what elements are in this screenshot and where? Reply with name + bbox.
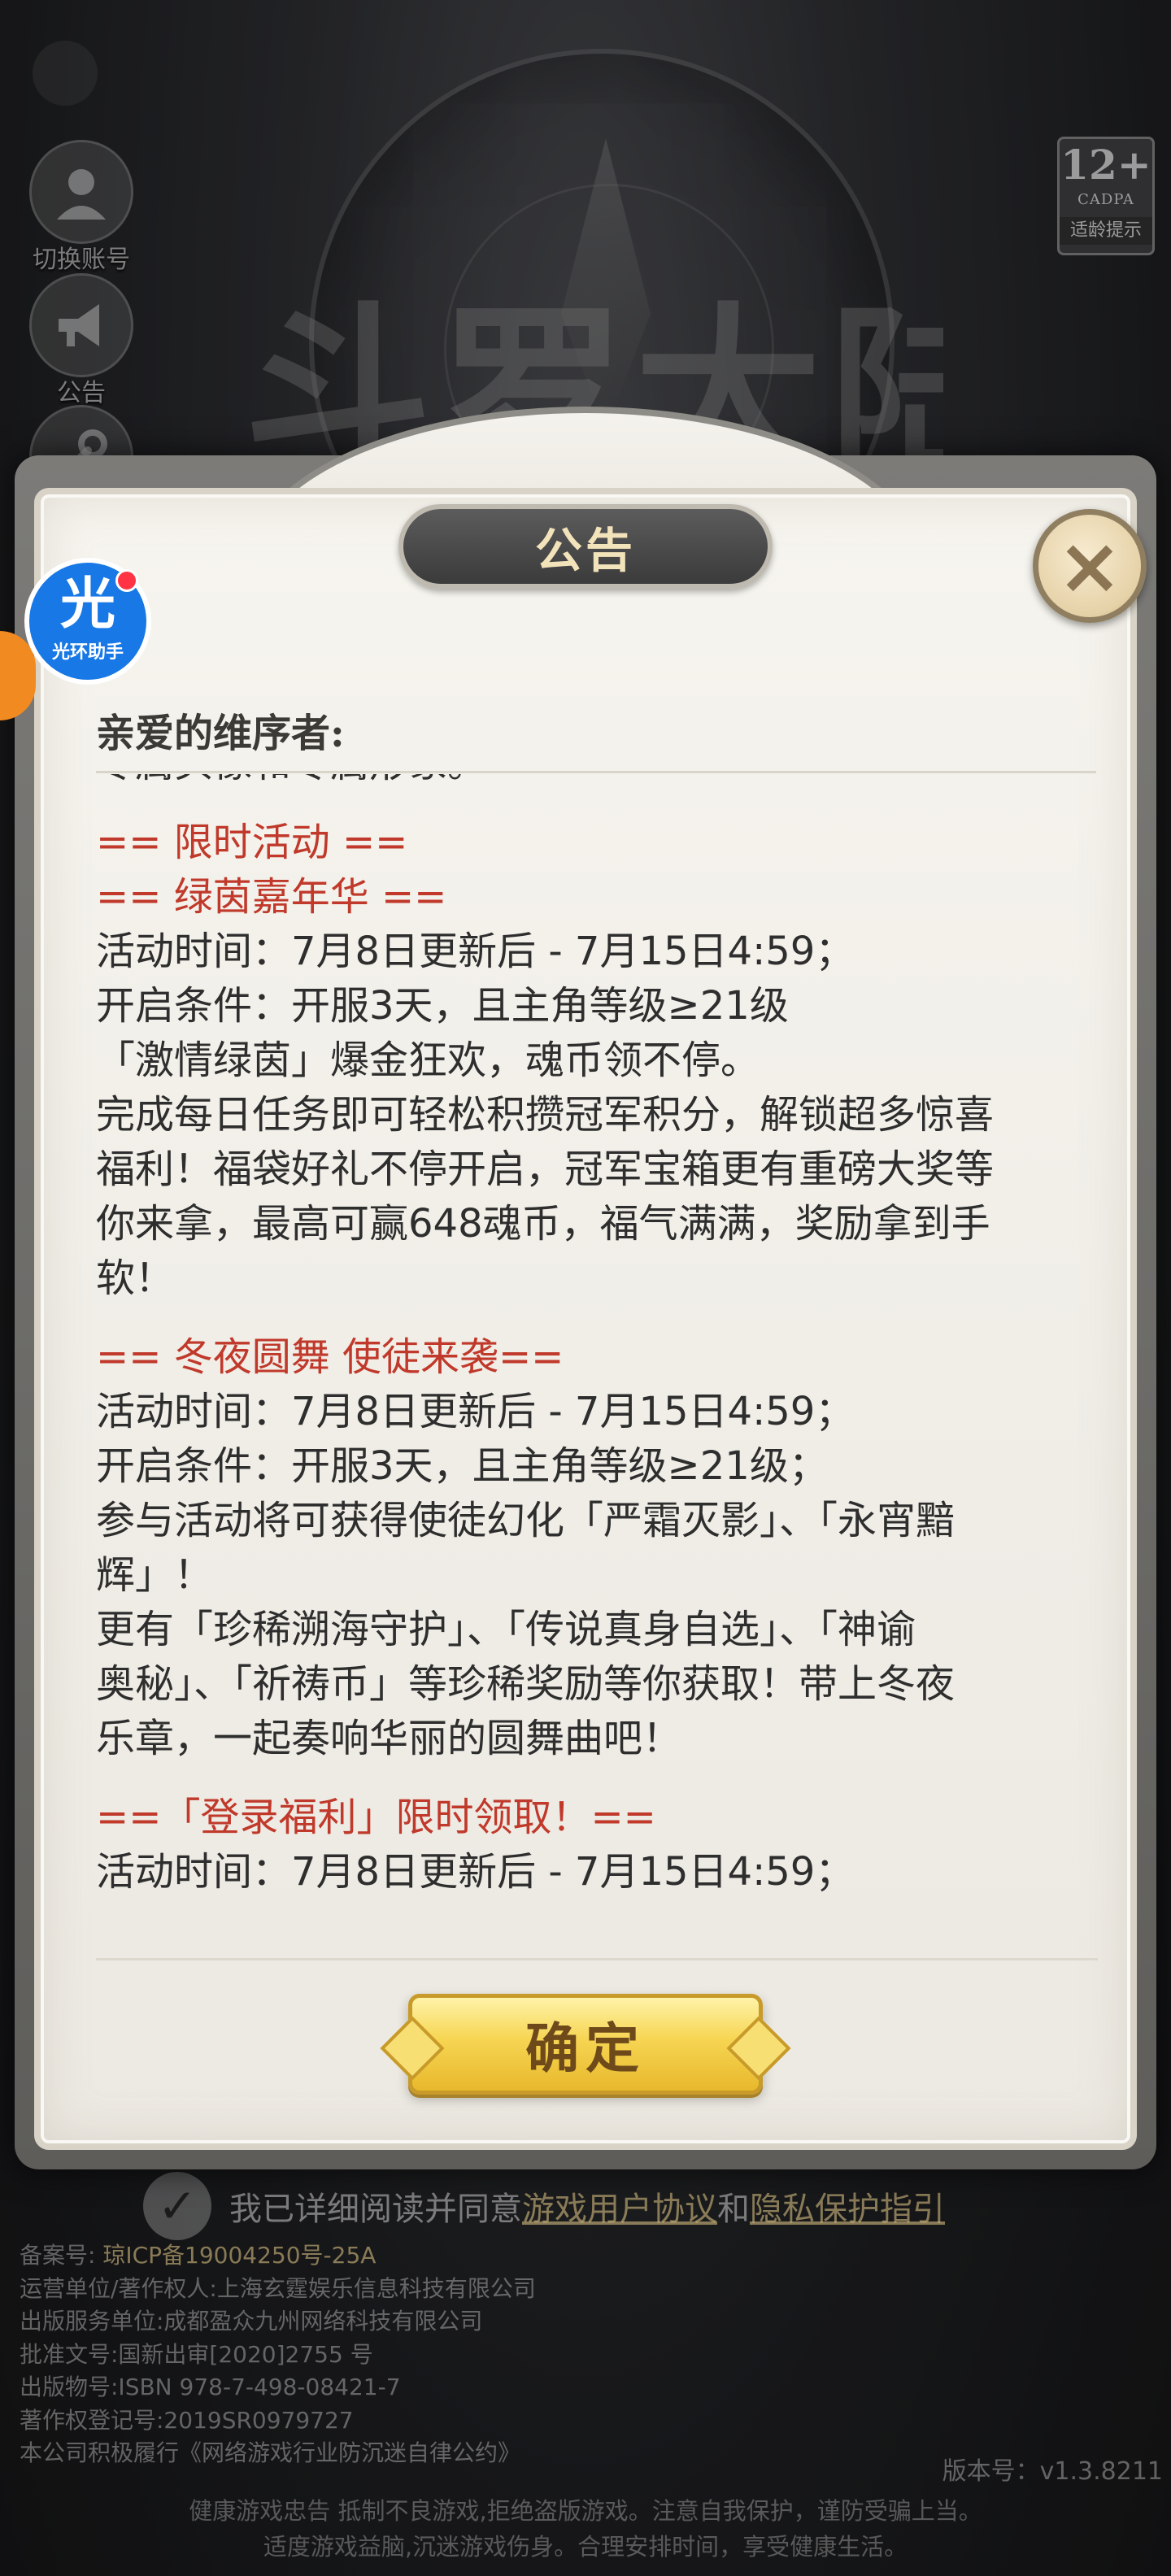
announcement-line: 辉」！ bbox=[96, 1552, 214, 1598]
agreement-prefix: 我已详细阅读并同意 bbox=[229, 2191, 522, 2228]
health-line: 健康游戏忠告 抵制不良游戏,拒绝盗版游戏。注意自我保护，谨防受骗上当。 bbox=[189, 2497, 982, 2525]
legal-line: 著作权登记号:2019SR0979727 bbox=[20, 2406, 354, 2434]
announcement-content: 专属头像和专属形象。 == 限时活动 == == 绿茵嘉年华 == 活动时间：7月8日… bbox=[96, 774, 1098, 1899]
announcement-line: 开启条件：开服3天，且主角等级≥21级 bbox=[96, 983, 789, 1029]
modal-title: 公告 bbox=[534, 523, 636, 578]
icp-number-link[interactable]: 琼ICP备19004250号-25A bbox=[102, 2242, 376, 2269]
legal-line: 批准文号:国新出审[2020]2755 号 bbox=[20, 2340, 373, 2368]
announcement-heading: == 冬夜圆舞 使徒来袭== bbox=[96, 1334, 564, 1380]
announcement-line: 活动时间：7月8日更新后 - 7月15日4:59； bbox=[96, 1849, 855, 1895]
version-number: 版本号：v1.3.8211 bbox=[942, 2457, 1163, 2486]
agreement-checkbox[interactable]: ✓ bbox=[143, 2172, 211, 2240]
icp-record: 备案号: 琼ICP备19004250号-25A bbox=[20, 2239, 914, 2273]
health-advisory: 健康游戏忠告 抵制不良游戏,拒绝盗版游戏。注意自我保护，谨防受骗上当。 适度游戏… bbox=[81, 2493, 1090, 2565]
announcement-line: 福利！福袋好礼不停开启，冠军宝箱更有重磅大奖等 bbox=[96, 1147, 995, 1192]
confirm-label: 确定 bbox=[525, 2017, 646, 2080]
announcement-line: 参与活动将可获得使徒幻化「严霜灭影」、「永宵黯 bbox=[96, 1498, 956, 1543]
halo-helper-float-button[interactable]: 光 光环助手 bbox=[24, 558, 151, 685]
announcement-line: 更有「珍稀溯海守护」、「传说真身自选」、「神谕 bbox=[96, 1607, 916, 1652]
legal-info: 备案号: 琼ICP备19004250号-25A 运营单位/著作权人:上海玄霆娱乐… bbox=[20, 2239, 914, 2470]
helper-label: 光环助手 bbox=[51, 642, 124, 663]
notification-dot bbox=[115, 569, 138, 592]
modal-title-plate: 公告 bbox=[398, 504, 773, 589]
agreement-row: ✓ 我已详细阅读并同意游戏用户协议和隐私保护指引 bbox=[143, 2169, 945, 2243]
announcement-line: 你来拿，最高可赢648魂币，福气满满，奖励拿到手 bbox=[96, 1201, 990, 1247]
legal-line: 出版物号:ISBN 978-7-498-08421-7 bbox=[20, 2374, 401, 2400]
announcement-line: 活动时间：7月8日更新后 - 7月15日4:59； bbox=[96, 929, 855, 974]
announcement-line: 奥秘」、「祈祷币」等珍稀奖励等你获取！带上冬夜 bbox=[96, 1661, 956, 1707]
divider bbox=[96, 771, 1096, 773]
announcement-line: 软！ bbox=[96, 1255, 175, 1301]
legal-line: 运营单位/著作权人:上海玄霆娱乐信息科技有限公司 bbox=[20, 2274, 536, 2302]
agreement-and: 和 bbox=[717, 2191, 750, 2228]
announcement-line: 专属头像和专属形象。 bbox=[96, 774, 1098, 791]
health-line: 适度游戏益脑,沉迷游戏伤身。合理安排时间，享受健康生活。 bbox=[263, 2533, 908, 2561]
announcement-line: 完成每日任务即可轻松积攒冠军积分，解锁超多惊喜 bbox=[96, 1092, 995, 1138]
announcement-line: 活动时间：7月8日更新后 - 7月15日4:59； bbox=[96, 1389, 855, 1434]
agreement-text: 我已详细阅读并同意游戏用户协议和隐私保护指引 bbox=[229, 2182, 945, 2230]
confirm-button[interactable]: 确定 bbox=[408, 1994, 763, 2095]
close-icon: × bbox=[1056, 520, 1123, 611]
divider bbox=[96, 1958, 1098, 1960]
privacy-policy-link[interactable]: 隐私保护指引 bbox=[750, 2191, 945, 2228]
announcement-heading: == 限时活动 == bbox=[96, 820, 408, 865]
announcement-greeting: 亲爱的维序者: bbox=[96, 711, 345, 756]
announcement-line: 开启条件：开服3天，且主角等级≥21级； bbox=[96, 1443, 828, 1489]
announcement-heading: == 绿茵嘉年华 == bbox=[96, 874, 447, 920]
icp-label: 备案号: bbox=[20, 2242, 96, 2269]
user-agreement-link[interactable]: 游戏用户协议 bbox=[522, 2191, 717, 2228]
announcement-line: 「激情绿茵」爆金狂欢，魂币领不停。 bbox=[96, 1038, 760, 1083]
legal-line: 本公司积极履行《网络游戏行业防沉迷自律公约》 bbox=[20, 2439, 521, 2466]
announcement-line: 乐章，一起奏响华丽的圆舞曲吧！ bbox=[96, 1716, 682, 1761]
announcement-heading: ==「登录福利」限时领取！== bbox=[96, 1795, 656, 1840]
close-button[interactable]: × bbox=[1033, 509, 1147, 623]
announcement-scroll-area[interactable]: 专属头像和专属形象。 == 限时活动 == == 绿茵嘉年华 == 活动时间：7月8日… bbox=[96, 774, 1098, 1927]
legal-line: 出版服务单位:成都盈众九州网络科技有限公司 bbox=[20, 2308, 483, 2334]
